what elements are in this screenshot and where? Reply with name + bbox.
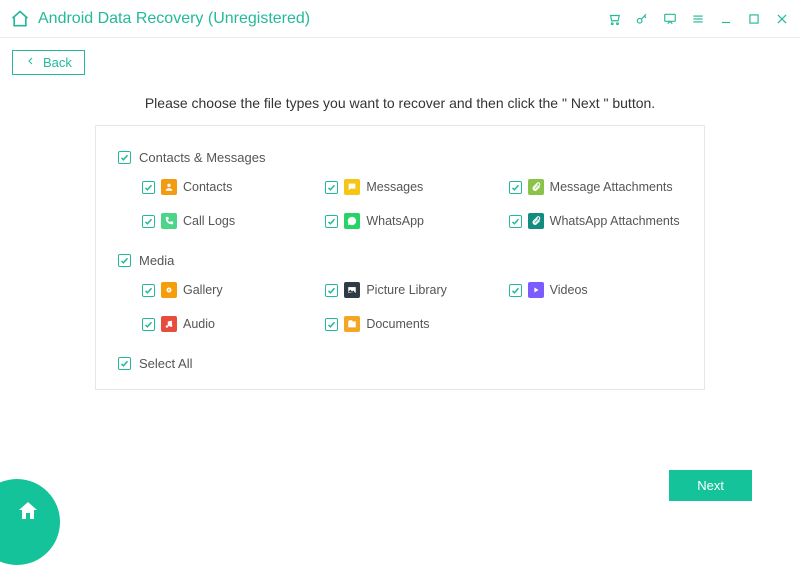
checkbox-select-all[interactable] [118,357,131,370]
option-whatsapp[interactable]: WhatsApp [325,213,498,229]
checkbox-documents[interactable] [325,318,338,331]
messages-label: Messages [366,180,423,194]
call-logs-icon [161,213,177,229]
checkbox-whatsapp[interactable] [325,215,338,228]
documents-icon [344,316,360,332]
option-documents[interactable]: Documents [325,316,498,332]
window-controls [606,11,790,27]
contacts-icon [161,179,177,195]
instruction-text: Please choose the file types you want to… [95,83,705,125]
file-type-panel: Contacts & Messages Contacts Messages Me… [95,125,705,390]
picture-library-label: Picture Library [366,283,447,297]
checkbox-contacts[interactable] [142,181,155,194]
checkbox-videos[interactable] [509,284,522,297]
message-attachments-label: Message Attachments [550,180,673,194]
checkbox-whatsapp-attachments[interactable] [509,215,522,228]
documents-label: Documents [366,317,429,331]
back-label: Back [43,55,72,70]
gallery-icon [161,282,177,298]
whatsapp-attachments-label: WhatsApp Attachments [550,214,680,228]
section2-title: Media [139,253,174,268]
option-videos[interactable]: Videos [509,282,682,298]
whatsapp-icon [344,213,360,229]
menu-icon[interactable] [690,11,706,27]
option-picture-library[interactable]: Picture Library [325,282,498,298]
checkbox-gallery[interactable] [142,284,155,297]
videos-icon [528,282,544,298]
option-call-logs[interactable]: Call Logs [142,213,315,229]
section-contacts-messages[interactable]: Contacts & Messages [118,150,682,165]
audio-label: Audio [183,317,215,331]
key-icon[interactable] [634,11,650,27]
contacts-label: Contacts [183,180,232,194]
whatsapp-attachments-icon [528,213,544,229]
section1-title: Contacts & Messages [139,150,265,165]
audio-icon [161,316,177,332]
maximize-icon[interactable] [746,11,762,27]
checkbox-audio[interactable] [142,318,155,331]
videos-label: Videos [550,283,588,297]
picture-library-icon [344,282,360,298]
home-icon[interactable] [10,9,30,29]
cart-icon[interactable] [606,11,622,27]
minimize-icon[interactable] [718,11,734,27]
next-button[interactable]: Next [669,470,752,501]
message-attachments-icon [528,179,544,195]
checkbox-section1[interactable] [118,151,131,164]
messages-icon [344,179,360,195]
corner-home-button[interactable] [0,479,60,565]
option-message-attachments[interactable]: Message Attachments [509,179,682,195]
section2-grid: Gallery Picture Library Videos Audio Doc… [118,282,682,332]
app-title: Android Data Recovery (Unregistered) [38,10,310,28]
back-arrow-icon [25,55,37,70]
checkbox-message-attachments[interactable] [509,181,522,194]
option-messages[interactable]: Messages [325,179,498,195]
back-button[interactable]: Back [12,50,85,75]
option-whatsapp-attachments[interactable]: WhatsApp Attachments [509,213,682,229]
select-all-label: Select All [139,356,192,371]
whatsapp-label: WhatsApp [366,214,424,228]
option-contacts[interactable]: Contacts [142,179,315,195]
section1-grid: Contacts Messages Message Attachments Ca… [118,179,682,229]
toolbar: Back [0,38,800,83]
option-gallery[interactable]: Gallery [142,282,315,298]
titlebar: Android Data Recovery (Unregistered) [0,0,800,38]
section-media[interactable]: Media [118,253,682,268]
checkbox-messages[interactable] [325,181,338,194]
home-icon [16,499,40,523]
checkbox-picture-library[interactable] [325,284,338,297]
gallery-label: Gallery [183,283,223,297]
feedback-icon[interactable] [662,11,678,27]
option-audio[interactable]: Audio [142,316,315,332]
checkbox-section2[interactable] [118,254,131,267]
checkbox-call-logs[interactable] [142,215,155,228]
select-all[interactable]: Select All [118,356,682,371]
close-icon[interactable] [774,11,790,27]
call-logs-label: Call Logs [183,214,235,228]
footer: Next [669,470,752,501]
